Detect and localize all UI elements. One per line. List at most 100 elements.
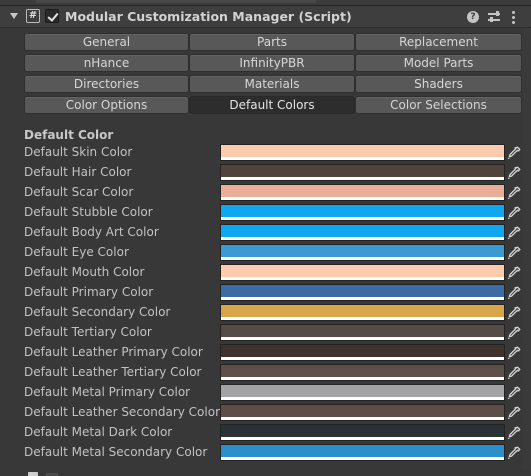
- alpha-bar: [221, 217, 504, 220]
- color-swatch-fill: [221, 425, 504, 437]
- color-field-label: Default Metal Primary Color: [24, 385, 191, 399]
- color-swatch[interactable]: [220, 244, 505, 261]
- tab-color-selections[interactable]: Color Selections: [355, 96, 522, 114]
- color-swatch[interactable]: [220, 164, 505, 181]
- color-swatch[interactable]: [220, 444, 505, 461]
- color-swatch[interactable]: [220, 364, 505, 381]
- eyedropper-icon[interactable]: [506, 405, 522, 421]
- alpha-bar: [221, 397, 504, 400]
- component-header[interactable]: # Modular Customization Manager (Script)…: [0, 6, 531, 28]
- color-swatch-fill: [221, 285, 504, 297]
- color-swatch-fill: [221, 245, 504, 257]
- color-field-label: Default Stubble Color: [24, 205, 153, 219]
- color-swatch-fill: [221, 305, 504, 317]
- color-swatch[interactable]: [220, 264, 505, 281]
- eyedropper-icon[interactable]: [506, 305, 522, 321]
- color-swatch[interactable]: [220, 224, 505, 241]
- eyedropper-icon[interactable]: [506, 345, 522, 361]
- tab-replacement[interactable]: Replacement: [355, 33, 522, 51]
- color-swatch-fill: [221, 145, 504, 157]
- alpha-bar: [221, 277, 504, 280]
- eyedropper-icon[interactable]: [506, 445, 522, 461]
- eyedropper-icon[interactable]: [506, 285, 522, 301]
- color-swatch[interactable]: [220, 324, 505, 341]
- color-swatch[interactable]: [220, 424, 505, 441]
- tab-infinitypbr[interactable]: InfinityPBR: [189, 54, 355, 72]
- eyedropper-icon[interactable]: [506, 425, 522, 441]
- color-field-label: Default Primary Color: [24, 285, 154, 299]
- color-swatch-fill: [221, 225, 504, 237]
- color-row: Default Stubble Color: [0, 203, 531, 223]
- eyedropper-icon[interactable]: [506, 245, 522, 261]
- section-label: Default Color: [24, 128, 114, 142]
- component-enabled-checkbox[interactable]: [45, 9, 59, 23]
- color-swatch[interactable]: [220, 284, 505, 301]
- eyedropper-icon[interactable]: [506, 145, 522, 161]
- next-component-ghost: [28, 472, 38, 476]
- color-row: Default Metal Primary Color: [0, 383, 531, 403]
- color-row: Default Leather Primary Color: [0, 343, 531, 363]
- next-component-strip: [0, 470, 531, 476]
- alpha-bar: [221, 197, 504, 200]
- eyedropper-icon[interactable]: [506, 165, 522, 181]
- eyedropper-icon[interactable]: [506, 325, 522, 341]
- color-swatch[interactable]: [220, 204, 505, 221]
- color-row: Default Secondary Color: [0, 303, 531, 323]
- color-row: Default Hair Color: [0, 163, 531, 183]
- foldout-arrow-icon[interactable]: [10, 13, 18, 19]
- color-field-label: Default Eye Color: [24, 245, 129, 259]
- alpha-bar: [221, 237, 504, 240]
- eyedropper-icon[interactable]: [506, 225, 522, 241]
- alpha-bar: [221, 297, 504, 300]
- color-row: Default Tertiary Color: [0, 323, 531, 343]
- color-swatch-fill: [221, 405, 504, 417]
- alpha-bar: [221, 417, 504, 420]
- eyedropper-icon[interactable]: [506, 185, 522, 201]
- color-field-label: Default Leather Secondary Color: [24, 405, 221, 419]
- eyedropper-icon[interactable]: [506, 385, 522, 401]
- color-row: Default Leather Secondary Color: [0, 403, 531, 423]
- color-row: Default Primary Color: [0, 283, 531, 303]
- scrollbar[interactable]: [522, 28, 531, 476]
- color-field-label: Default Skin Color: [24, 145, 133, 159]
- presets-icon[interactable]: [487, 10, 501, 24]
- color-row: Default Mouth Color: [0, 263, 531, 283]
- color-swatch[interactable]: [220, 304, 505, 321]
- tab-parts[interactable]: Parts: [189, 33, 355, 51]
- color-row: Default Skin Color: [0, 143, 531, 163]
- color-field-label: Default Hair Color: [24, 165, 132, 179]
- color-swatch-fill: [221, 205, 504, 217]
- tab-color-options[interactable]: Color Options: [24, 96, 189, 114]
- tab-shaders[interactable]: Shaders: [355, 75, 522, 93]
- script-icon: #: [26, 9, 40, 23]
- color-swatch-fill: [221, 325, 504, 337]
- color-swatch-fill: [221, 345, 504, 357]
- tab-directories[interactable]: Directories: [24, 75, 189, 93]
- tab-model-parts[interactable]: Model Parts: [355, 54, 522, 72]
- color-swatch[interactable]: [220, 404, 505, 421]
- eyedropper-icon[interactable]: [506, 365, 522, 381]
- color-field-label: Default Secondary Color: [24, 305, 171, 319]
- color-row: Default Leather Tertiary Color: [0, 363, 531, 383]
- alpha-bar: [221, 177, 504, 180]
- color-field-label: Default Body Art Color: [24, 225, 159, 239]
- color-field-label: Default Leather Tertiary Color: [24, 365, 202, 379]
- color-field-label: Default Metal Secondary Color: [24, 445, 208, 459]
- color-swatch[interactable]: [220, 344, 505, 361]
- color-swatch[interactable]: [220, 144, 505, 161]
- color-field-label: Default Scar Color: [24, 185, 134, 199]
- alpha-bar: [221, 357, 504, 360]
- help-icon[interactable]: ?: [467, 11, 479, 23]
- tab-default-colors[interactable]: Default Colors: [189, 96, 355, 114]
- eyedropper-icon[interactable]: [506, 205, 522, 221]
- tab-general[interactable]: General: [24, 33, 189, 51]
- kebab-menu-icon[interactable]: [507, 10, 521, 24]
- alpha-bar: [221, 317, 504, 320]
- alpha-bar: [221, 337, 504, 340]
- color-swatch[interactable]: [220, 384, 505, 401]
- tab-nhance[interactable]: nHance: [24, 54, 189, 72]
- eyedropper-icon[interactable]: [506, 265, 522, 281]
- alpha-bar: [221, 157, 504, 160]
- color-swatch[interactable]: [220, 184, 505, 201]
- tab-materials[interactable]: Materials: [189, 75, 355, 93]
